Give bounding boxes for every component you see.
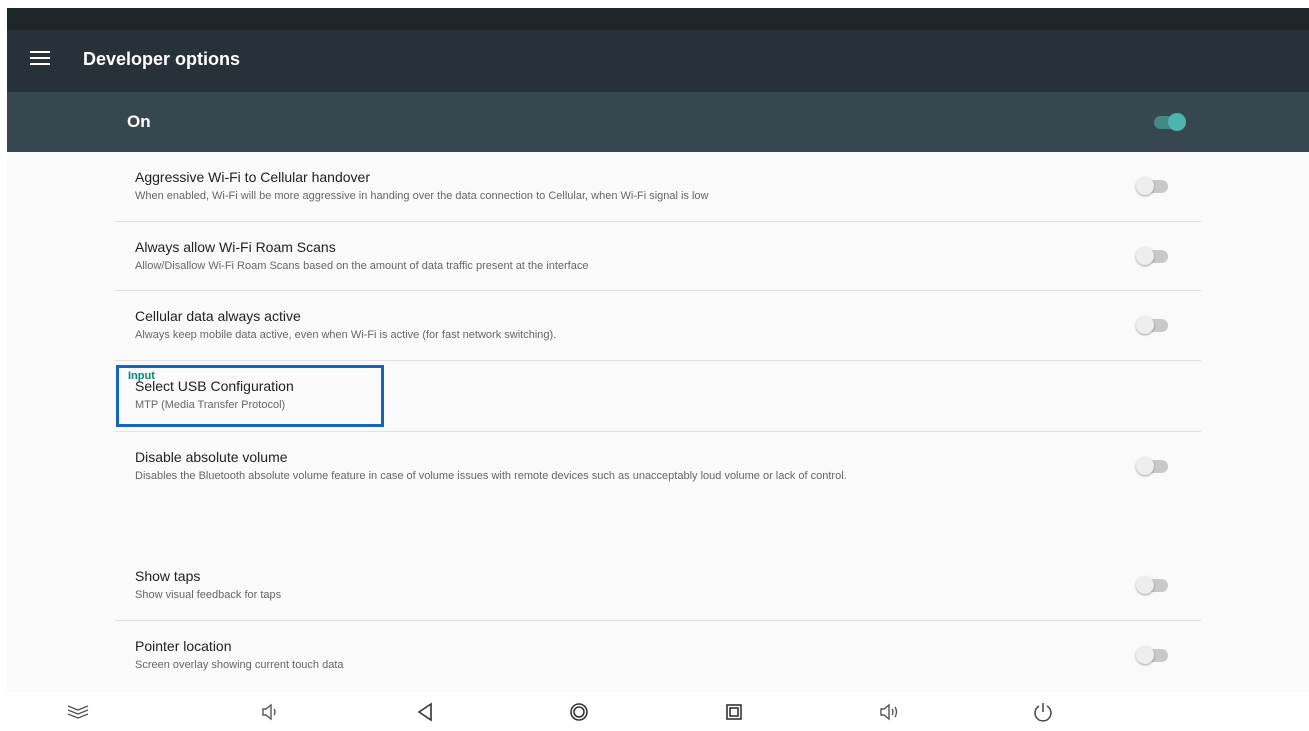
power-icon[interactable]	[1031, 700, 1055, 724]
setting-title: Cellular data always active	[135, 308, 301, 324]
setting-summary: Show visual feedback for taps	[135, 589, 282, 601]
pointer-location-toggle[interactable]	[1136, 645, 1170, 665]
cellular-data-always-active-toggle[interactable]	[1136, 315, 1170, 335]
master-switch-toggle[interactable]	[1152, 112, 1186, 132]
toolbar: Developer options	[7, 30, 1309, 92]
setting-show-taps[interactable]: Show taps Show visual feedback for taps	[115, 551, 1201, 621]
expand-icon[interactable]	[66, 700, 90, 724]
disable-absolute-volume-toggle[interactable]	[1136, 456, 1170, 476]
volume-down-icon[interactable]	[258, 700, 282, 724]
master-switch-bar[interactable]: On	[7, 92, 1309, 152]
setting-disable-absolute-volume[interactable]: Disable absolute volume Disables the Blu…	[115, 432, 1201, 502]
setting-pointer-location[interactable]: Pointer location Screen overlay showing …	[115, 621, 1201, 691]
setting-summary: When enabled, Wi-Fi will be more aggress…	[135, 190, 709, 202]
status-bar	[7, 8, 1309, 30]
setting-wifi-roam-scans[interactable]: Always allow Wi-Fi Roam Scans Allow/Disa…	[115, 222, 1201, 291]
setting-summary: Screen overlay showing current touch dat…	[135, 659, 344, 671]
setting-title: Always allow Wi-Fi Roam Scans	[135, 239, 336, 255]
setting-title: Pointer location	[135, 638, 232, 654]
back-icon[interactable]	[413, 700, 437, 724]
setting-aggressive-wifi-handover[interactable]: Aggressive Wi-Fi to Cellular handover Wh…	[115, 152, 1201, 222]
setting-summary: Always keep mobile data active, even whe…	[135, 329, 557, 341]
master-switch-label: On	[127, 112, 151, 131]
volume-up-icon[interactable]	[877, 700, 901, 724]
menu-icon[interactable]	[30, 51, 50, 71]
show-taps-toggle[interactable]	[1136, 575, 1170, 595]
setting-summary: Allow/Disallow Wi-Fi Roam Scans based on…	[135, 260, 589, 272]
home-icon[interactable]	[567, 700, 591, 724]
setting-summary: Disables the Bluetooth absolute volume f…	[135, 470, 847, 482]
selection-highlight	[116, 365, 384, 427]
navigation-bar	[0, 692, 1309, 731]
aggressive-wifi-handover-toggle[interactable]	[1136, 176, 1170, 196]
recents-icon[interactable]	[722, 700, 746, 724]
setting-title: Show taps	[135, 568, 201, 584]
setting-title: Disable absolute volume	[135, 449, 288, 465]
setting-title: Aggressive Wi-Fi to Cellular handover	[135, 169, 370, 185]
setting-cellular-data-always-active[interactable]: Cellular data always active Always keep …	[115, 291, 1201, 361]
page-title: Developer options	[83, 49, 241, 69]
wifi-roam-scans-toggle[interactable]	[1136, 246, 1170, 266]
